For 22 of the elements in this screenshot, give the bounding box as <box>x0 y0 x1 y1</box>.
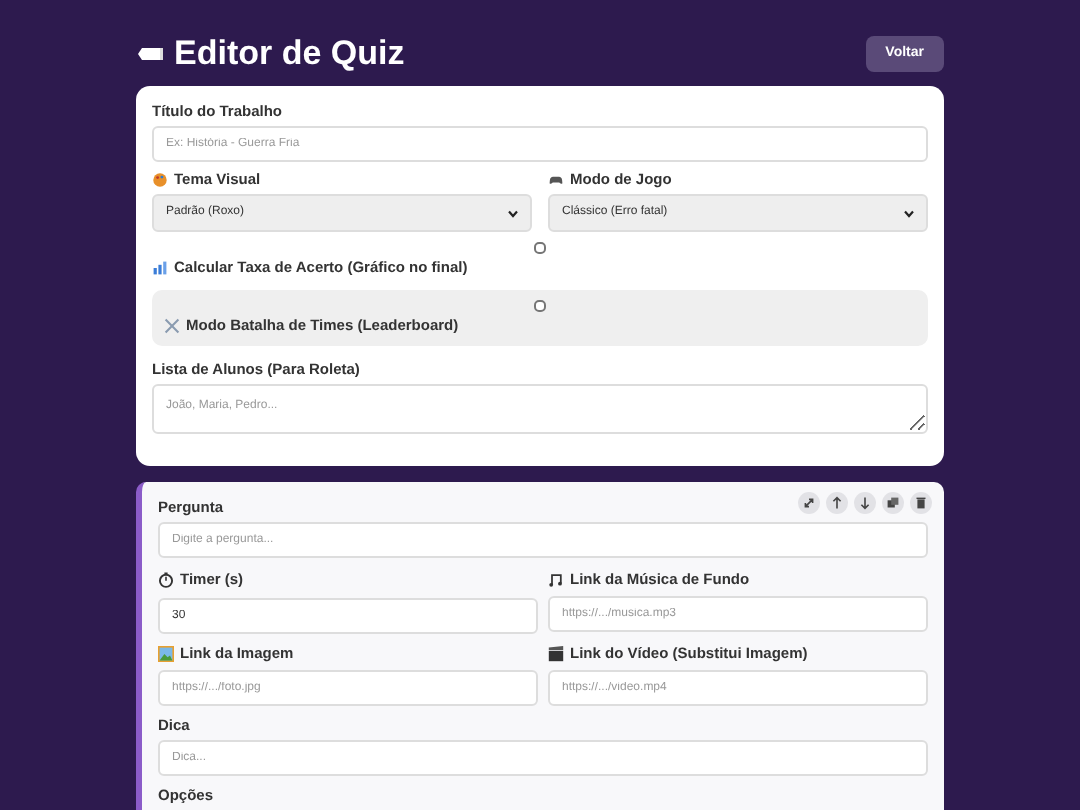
copy-button[interactable] <box>882 492 904 514</box>
trash-icon <box>912 494 930 512</box>
copy-icon <box>884 494 902 512</box>
clapperboard-icon <box>548 646 564 662</box>
chevron-down-icon <box>508 209 518 217</box>
gamepad-icon <box>548 172 564 188</box>
bar-chart-icon <box>152 260 168 276</box>
page-title: Editor de Quiz <box>174 32 405 77</box>
picture-icon <box>158 646 174 662</box>
down-arrow-icon <box>856 494 874 512</box>
checkbox[interactable] <box>534 242 546 254</box>
palette-icon <box>152 172 168 188</box>
expand-icon <box>800 494 818 512</box>
down-arrow-button[interactable] <box>854 492 876 514</box>
up-arrow-icon <box>828 494 846 512</box>
music-note-icon <box>548 572 564 588</box>
chevron-down-icon <box>904 209 914 217</box>
trash-button[interactable] <box>910 492 932 514</box>
up-arrow-button[interactable] <box>826 492 848 514</box>
expand-button[interactable] <box>798 492 820 514</box>
stopwatch-icon <box>158 572 174 588</box>
checkbox[interactable] <box>534 300 546 312</box>
